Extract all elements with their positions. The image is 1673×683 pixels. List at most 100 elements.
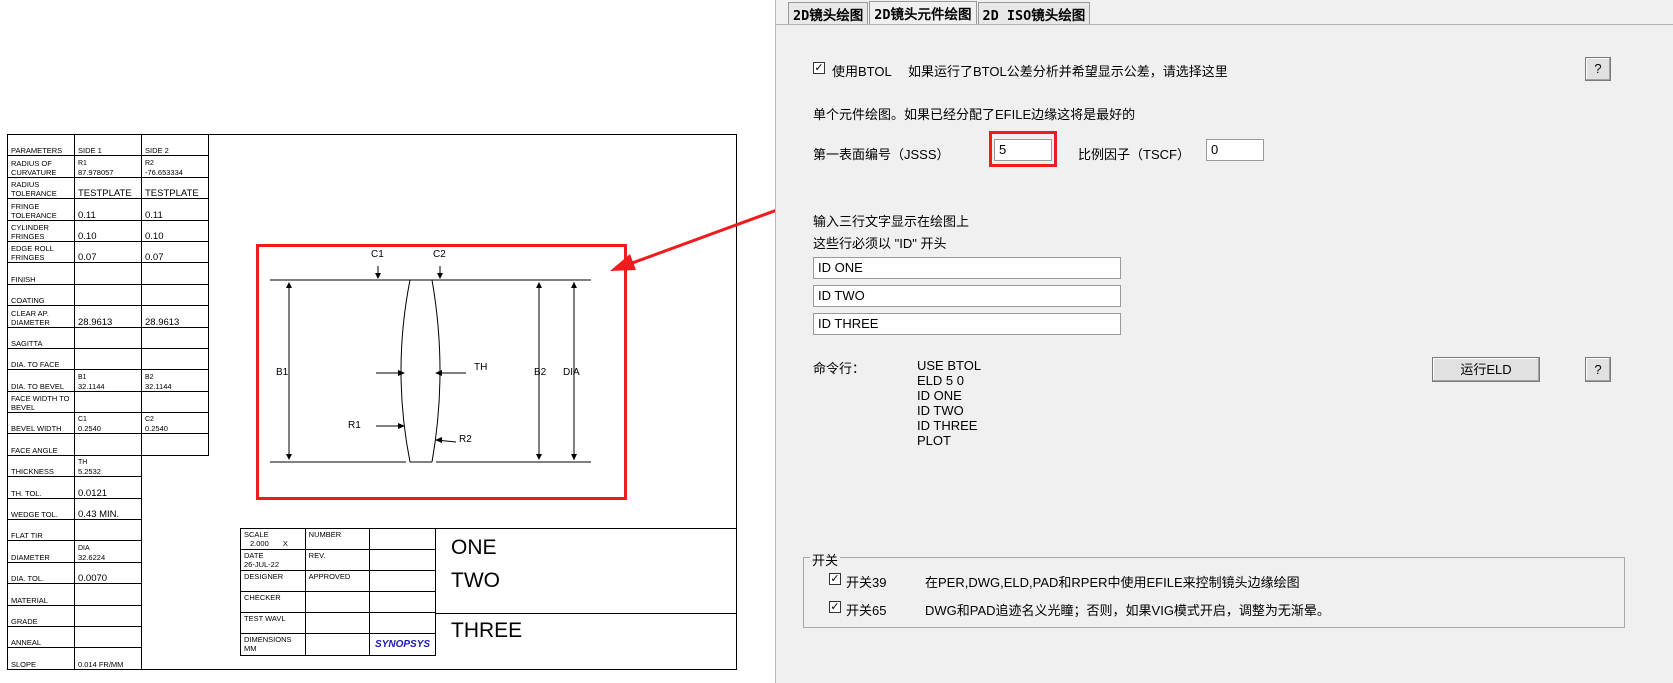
single-value: [74, 583, 142, 606]
switch-39-label: 开关39: [846, 575, 887, 590]
side1-value: [74, 433, 142, 456]
command-line-1: USE BTOL: [917, 358, 982, 373]
command-lines: USE BTOL ELD 5 0 ID ONE ID TWO ID THREE …: [917, 358, 981, 448]
id-line-1-input[interactable]: ID ONE: [813, 257, 1121, 279]
checker-label: CHECKER: [240, 591, 306, 613]
side2-value: [141, 390, 209, 414]
single-element-description: 单个元件绘图。如果已经分配了EFILE边缘这将是最好的: [813, 107, 1136, 122]
switch-group-label: 开关: [810, 550, 841, 569]
param-label: CYLINDER FRINGES: [7, 219, 75, 242]
side2-num: 0.10: [145, 230, 164, 242]
single-value: 0.0070: [74, 561, 142, 585]
single-value: [74, 519, 142, 542]
id-line-3-input[interactable]: ID THREE: [813, 313, 1121, 335]
param-label: THICKNESS: [7, 454, 75, 478]
param-label: ANNEAL: [7, 625, 75, 649]
side2-value: C2 0.2540: [141, 412, 209, 435]
side1-num: 0.2540: [78, 424, 101, 434]
synopsys-logo: SYNOPSYS: [369, 633, 436, 656]
side2-value: 0.07: [141, 240, 209, 264]
side2-num: -76.653334: [145, 167, 183, 177]
side2-value: R2 -76.653334: [141, 155, 209, 178]
side2-num: 32.1144: [145, 381, 172, 391]
switch-39-description: 在PER,DWG,ELD,PAD和RPER中使用EFILE来控制镜头边缘绘图: [925, 575, 1300, 590]
single-num: 32.6224: [78, 552, 106, 562]
side1-num: 28.9613: [78, 316, 113, 328]
side2-value: [141, 283, 209, 307]
side1-value: 0.07: [74, 240, 142, 264]
side2-sub: C2: [145, 416, 154, 424]
tab-2d-lens-drawing[interactable]: 2D镜头绘图: [788, 2, 869, 24]
id-line-2: TWO: [451, 569, 500, 592]
single-value: TH 5.2532: [74, 454, 142, 478]
scale-x: X: [282, 539, 288, 548]
side2-num: 0.11: [145, 209, 163, 221]
tab-bar: 2D镜头绘图 2D镜头元件绘图 2D ISO镜头绘图: [788, 1, 1091, 26]
run-eld-button[interactable]: 运行ELD: [1432, 357, 1540, 382]
jsss-input[interactable]: 5: [994, 139, 1052, 161]
single-num: 0.0070: [78, 573, 108, 585]
id-line-2-input[interactable]: ID TWO: [813, 285, 1121, 307]
param-label: FRINGE TOLERANCE: [7, 198, 75, 221]
param-label: DIA. TO BEVEL: [7, 369, 75, 392]
eld-help-button[interactable]: ?: [1585, 357, 1611, 382]
single-value: 0.014 FR/MM: [74, 647, 142, 670]
switch-65-description: DWG和PAD追迹名义光瞳；否则，如果VIG模式开启，调整为无渐晕。: [925, 603, 1330, 618]
side2-value: [141, 262, 209, 285]
btol-help-button[interactable]: ?: [1585, 57, 1611, 81]
single-value: [74, 604, 142, 627]
dimensions-label: DIMENSIONS: [244, 635, 292, 644]
side1-value: C1 0.2540: [74, 412, 142, 435]
side2-num: 28.9613: [145, 316, 180, 328]
tab-2d-element-drawing[interactable]: 2D镜头元件绘图: [869, 1, 977, 25]
param-label: DIA. TO FACE: [7, 347, 75, 371]
param-label: SLOPE: [7, 647, 75, 670]
r1-label: R1: [348, 420, 361, 431]
r2-label: R2: [459, 434, 472, 445]
id-line-3: THREE: [451, 619, 523, 642]
param-label: DIA. TOL.: [7, 561, 75, 585]
single-value: 0.43 MIN.: [74, 497, 142, 521]
side1-value: [74, 283, 142, 307]
single-num: 0.43 MIN.: [78, 509, 120, 521]
tscf-input[interactable]: 0: [1206, 139, 1264, 161]
param-label: FACE ANGLE: [7, 433, 75, 456]
side1-num: 0.10: [78, 230, 97, 242]
side1-value: [74, 326, 142, 349]
side1-value: 0.11: [74, 198, 142, 221]
id-description-1: 输入三行文字显示在绘图上: [813, 214, 970, 229]
single-value: [74, 625, 142, 649]
side2-num: 0.2540: [145, 424, 168, 434]
approved-label: APPROVED: [304, 570, 371, 592]
param-label: RADIUS OF CURVATURE: [7, 155, 75, 178]
single-value: DIA 32.6224: [74, 540, 142, 563]
side2-value: [141, 433, 209, 456]
command-line-3: ID ONE: [917, 388, 962, 403]
param-label: RADIUS TOLERANCE: [7, 176, 75, 200]
testwavl-label: TEST WAVL: [240, 612, 306, 634]
jsss-label: 第一表面编号（JSSS）: [813, 147, 950, 162]
param-header: PARAMETERS: [7, 133, 75, 157]
side1-num: 0.07: [78, 252, 97, 264]
lens-drawing: PARAMETERS SIDE 1 SIDE 2 RADIUS OF CURVATUR…: [0, 0, 737, 683]
dimensions-value: MM: [244, 644, 257, 653]
tab-2d-iso-drawing[interactable]: 2D ISO镜头绘图: [977, 2, 1091, 24]
switch-39-checkbox[interactable]: ✓: [829, 573, 841, 585]
id-line-1: ONE: [451, 536, 497, 559]
scale-value: 2.000: [250, 539, 269, 548]
param-label: FACE WIDTH TO BEVEL: [7, 390, 75, 414]
th-label: TH: [474, 362, 488, 373]
param-label: COATING: [7, 283, 75, 307]
use-btol-checkbox[interactable]: ✓: [813, 62, 825, 74]
command-line-6: PLOT: [917, 433, 951, 448]
single-value: 0.0121: [74, 476, 142, 499]
switch-65-checkbox[interactable]: ✓: [829, 601, 841, 613]
designer-label: DESIGNER: [240, 570, 306, 592]
side1-num: 0.11: [78, 209, 96, 221]
side1-value: [74, 262, 142, 285]
b2-label: B2: [534, 367, 547, 378]
single-sub: TH: [78, 459, 88, 467]
single-sub: DIA: [78, 544, 90, 552]
c1-label: C1: [371, 249, 384, 260]
side2-value: B2 32.1144: [141, 369, 209, 392]
